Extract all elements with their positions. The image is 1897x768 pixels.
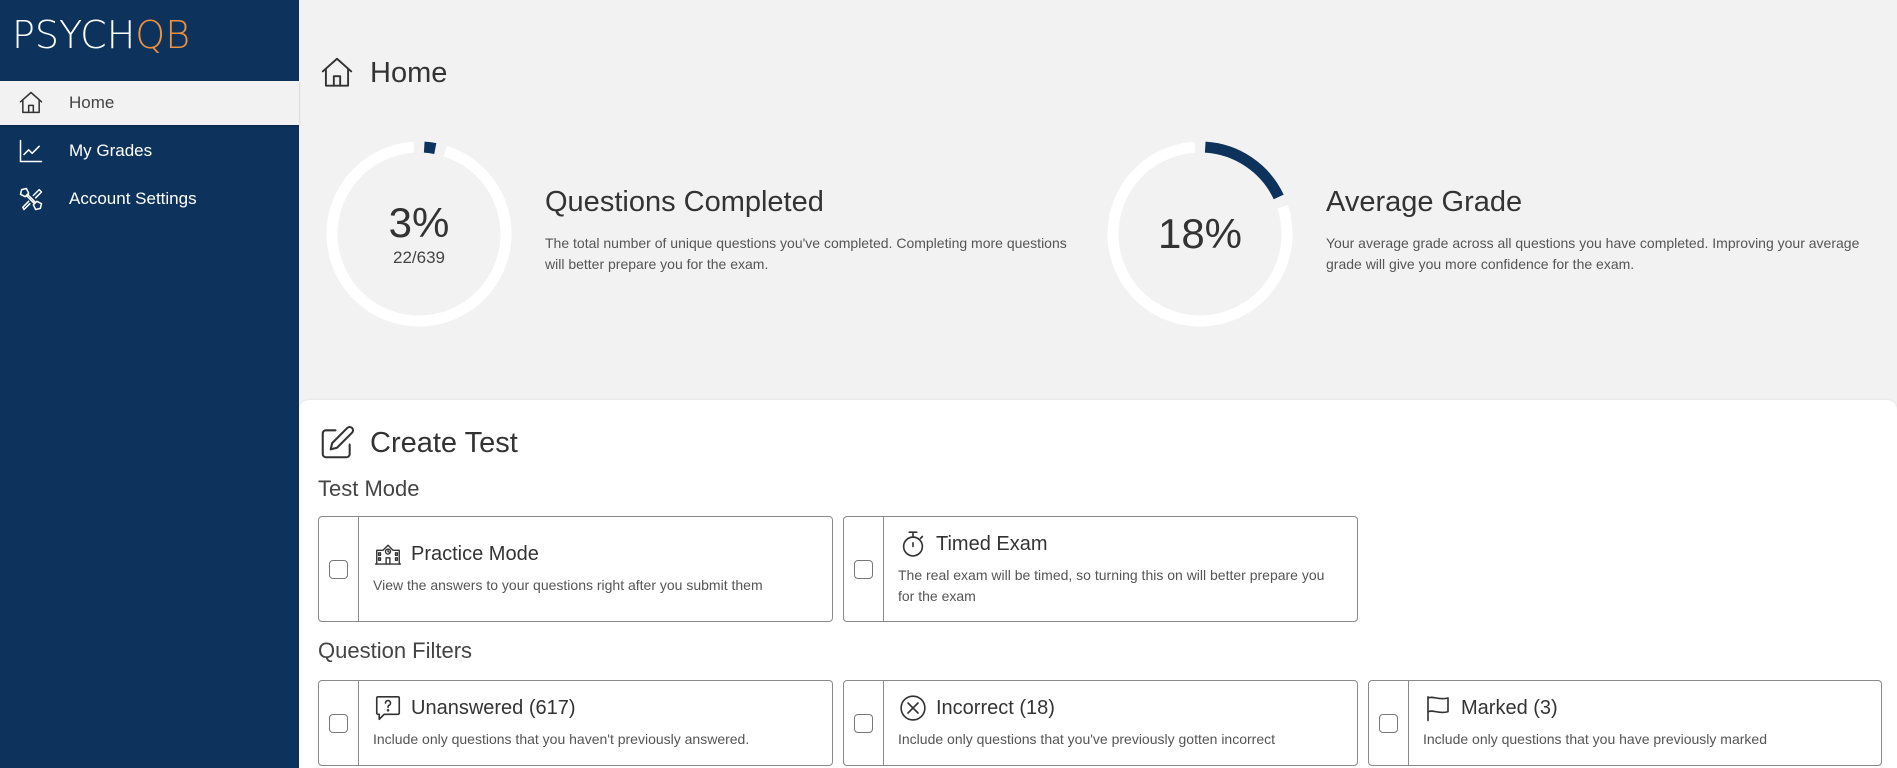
timed-exam-checkbox[interactable] [854,559,873,579]
logo-main: PSYCH [12,13,136,57]
stat-description: The total number of unique questions you… [545,235,1067,272]
create-test-panel: Create Test Test Mode Practice Mode View… [299,400,1897,768]
option-title: Timed Exam [936,532,1048,555]
unanswered-checkbox[interactable] [329,713,348,733]
marked-filter-option[interactable]: Marked (3) Include only questions that y… [1368,680,1882,766]
questions-completed-stat: 3% 22/639 Questions Completed The total … [323,138,1085,330]
question-bubble-icon [375,695,401,721]
stat-description: Your average grade across all questions … [1326,235,1860,272]
option-title: Incorrect (18) [936,696,1055,719]
home-icon [16,88,46,118]
sidebar-item-home[interactable]: Home [0,81,299,125]
stopwatch-icon [902,531,924,557]
incorrect-filter-option[interactable]: Incorrect (18) Include only questions th… [843,680,1358,766]
marked-checkbox[interactable] [1379,713,1398,733]
option-title: Practice Mode [411,542,539,565]
option-description: Include only questions that you haven't … [373,731,750,747]
practice-mode-option[interactable]: Practice Mode View the answers to your q… [318,516,833,622]
option-description: View the answers to your questions right… [373,577,763,593]
school-icon [374,544,402,565]
stat-title: Average Grade [1326,186,1523,218]
option-description: The real exam will be timed, so turning … [898,567,1325,604]
incorrect-checkbox[interactable] [854,713,873,733]
logo[interactable]: PSYCHQB [12,12,190,58]
main-content: Home 3% 22/639 Questions Completed The t… [299,0,1897,768]
edit-icon [321,425,355,459]
page-title: Home [318,54,447,92]
x-circle-icon [900,695,926,721]
unanswered-filter-option[interactable]: Unanswered (617) Include only questions … [318,680,833,766]
tools-icon [16,184,46,214]
home-icon [321,57,353,87]
option-description: Include only questions that you've previ… [898,731,1276,747]
page-title-text: Home [370,56,448,89]
option-title: Marked (3) [1461,696,1558,719]
option-title: Unanswered (617) [411,696,576,719]
test-mode-label: Test Mode [318,476,420,501]
average-grade-stat: 18% Average Grade Your average grade acr… [1104,138,1886,330]
option-description: Include only questions that you have pre… [1423,731,1767,747]
sidebar: PSYCHQB Home My Grades Account Settings [0,0,299,768]
logo-accent: QB [135,13,191,57]
practice-mode-checkbox[interactable] [329,559,348,579]
questions-completed-ring: 3% 22/639 [323,138,515,330]
timed-exam-option[interactable]: Timed Exam The real exam will be timed, … [843,516,1358,622]
chart-line-icon [16,136,46,166]
sidebar-item-my-grades[interactable]: My Grades [0,129,299,173]
create-test-title-text: Create Test [370,426,518,459]
average-grade-ring: 18% [1104,138,1296,330]
create-test-title: Create Test [318,424,518,462]
sidebar-item-label: My Grades [69,141,153,160]
sidebar-item-account-settings[interactable]: Account Settings [0,177,299,221]
sidebar-nav: Home My Grades Account Settings [0,81,299,225]
stat-title: Questions Completed [545,186,824,218]
flag-icon [1427,695,1449,722]
sidebar-item-label: Home [69,93,115,112]
completed-fraction: 22/639 [393,248,445,267]
completed-percent: 3% [388,199,450,246]
question-filters-label: Question Filters [318,638,473,663]
sidebar-item-label: Account Settings [69,189,197,208]
grade-percent: 18% [1157,210,1243,257]
